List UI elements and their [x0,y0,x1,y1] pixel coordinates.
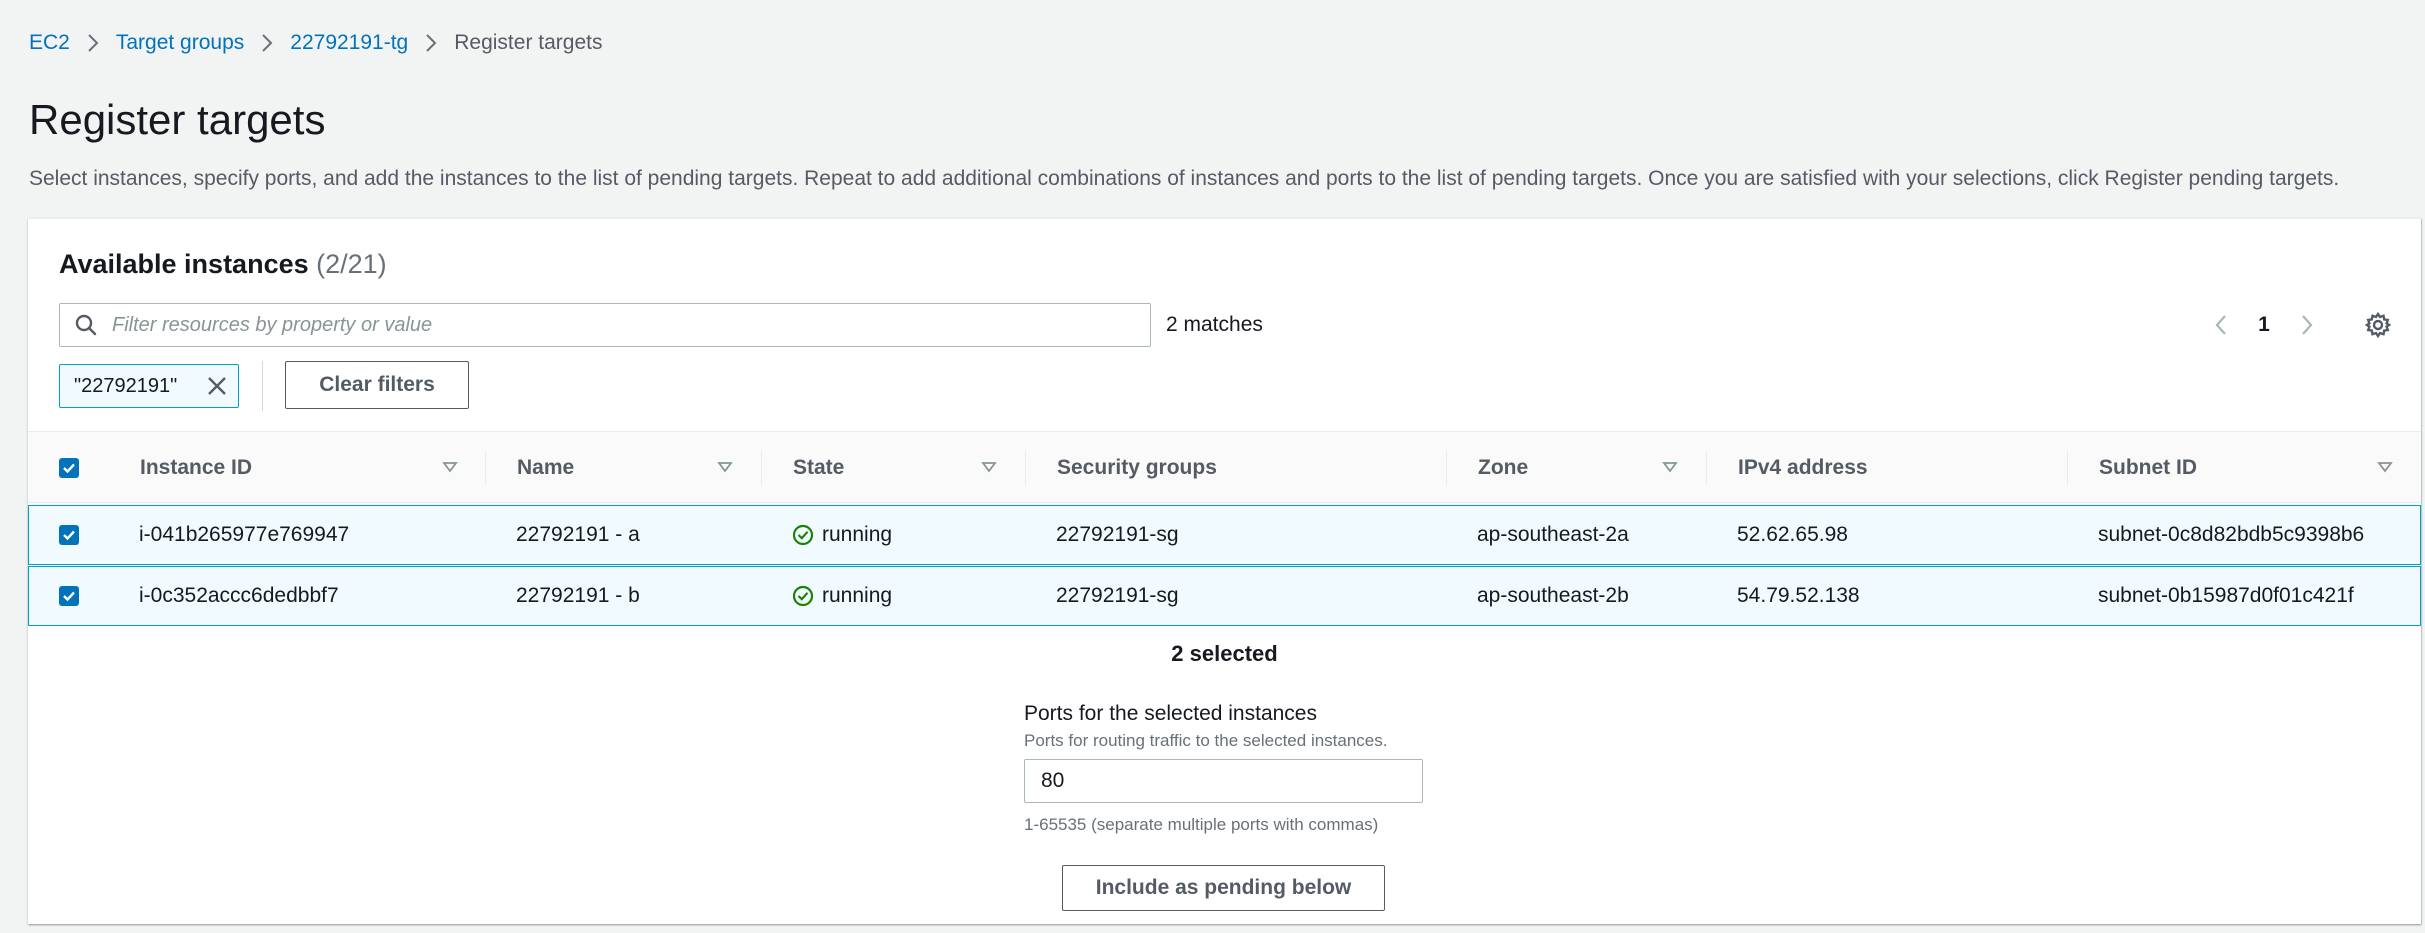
name-cell: 22792191 - b [516,584,640,607]
sort-icon[interactable] [717,459,733,475]
gear-icon [2365,312,2391,338]
panel-header: Available instances (2/21) [59,249,387,280]
column-divider [2067,450,2068,486]
state-label: running [822,584,893,607]
available-instances-panel: Available instances (2/21) 2 matches 1 "… [28,218,2421,924]
clear-filters-button[interactable]: Clear filters [285,361,469,409]
table-header: Instance ID Name State Security groups Z… [28,431,2421,503]
current-page[interactable]: 1 [2244,313,2284,337]
subnet-id-cell: subnet-0c8d82bdb5c9398b6 [2098,523,2365,546]
divider [262,361,263,411]
chevron-right-icon [2302,315,2313,335]
name-cell: 22792191 - a [516,523,640,546]
column-header-instance-id[interactable]: Instance ID [140,432,252,504]
close-icon[interactable] [206,375,228,397]
filter-input-wrapper [59,303,1151,347]
sort-icon[interactable] [1662,459,1678,475]
pagination: 1 [2198,307,2330,343]
select-all-checkbox[interactable] [59,458,79,478]
sort-icon[interactable] [981,459,997,475]
page-title: Register targets [29,96,326,143]
ipv4-cell: 52.62.65.98 [1737,523,1848,546]
row-select-cell [59,506,79,564]
row-checkbox[interactable] [59,586,79,606]
column-divider [1706,450,1707,486]
select-all-cell [59,432,79,504]
state-label: running [822,523,893,546]
previous-page-button[interactable] [2198,307,2244,343]
chevron-right-icon [244,33,290,53]
filter-input[interactable] [112,305,1150,345]
breadcrumb-ec2[interactable]: EC2 [29,31,70,55]
check-icon [63,463,75,474]
breadcrumb: EC2 Target groups 22792191-tg Register t… [29,28,602,58]
column-divider [1446,450,1447,486]
status-success-icon [792,585,814,607]
check-icon [63,530,75,541]
column-divider [1025,450,1026,486]
column-header-zone[interactable]: Zone [1478,432,1528,504]
column-header-name[interactable]: Name [517,432,574,504]
ports-input[interactable] [1024,759,1423,803]
row-checkbox[interactable] [59,525,79,545]
filter-token: "22792191" [59,364,239,408]
filter-token-label: "22792191" [74,374,178,397]
include-as-pending-button[interactable]: Include as pending below [1062,865,1385,911]
table-row[interactable]: i-041b265977e769947 22792191 - a running… [28,505,2421,565]
column-header-security-groups[interactable]: Security groups [1057,432,1217,504]
column-header-ipv4-address[interactable]: IPv4 address [1738,432,1868,504]
column-divider [761,450,762,486]
ports-label: Ports for the selected instances [1024,702,1317,725]
breadcrumb-target-groups[interactable]: Target groups [116,31,244,55]
state-cell: running [792,567,892,625]
sort-icon[interactable] [2377,459,2393,475]
search-icon [60,314,112,336]
column-header-state[interactable]: State [793,432,844,504]
column-divider [485,450,486,486]
chevron-left-icon [2215,315,2226,335]
page-description: Select instances, specify ports, and add… [29,167,2340,190]
zone-cell: ap-southeast-2a [1477,523,1629,546]
preferences-button[interactable] [2358,305,2398,345]
row-select-cell [59,567,79,625]
breadcrumb-current: Register targets [454,31,603,54]
selected-count: 2 selected [1171,641,1278,666]
check-icon [63,591,75,602]
matches-count: 2 matches [1166,313,1263,336]
chevron-right-icon [70,33,116,53]
ports-description: Ports for routing traffic to the selecte… [1024,731,1388,750]
ipv4-cell: 54.79.52.138 [1737,584,1860,607]
subnet-id-cell: subnet-0b15987d0f01c421f [2098,584,2354,607]
security-groups-cell: 22792191-sg [1056,523,1179,546]
state-cell: running [792,506,892,564]
next-page-button[interactable] [2284,307,2330,343]
security-groups-cell: 22792191-sg [1056,584,1179,607]
breadcrumb-target-group[interactable]: 22792191-tg [290,31,408,55]
status-success-icon [792,524,814,546]
panel-count: (2/21) [316,249,387,279]
instance-id-cell: i-0c352accc6dedbbf7 [139,584,339,607]
column-header-subnet-id[interactable]: Subnet ID [2099,432,2197,504]
table-row[interactable]: i-0c352accc6dedbbf7 22792191 - b running… [28,566,2421,626]
zone-cell: ap-southeast-2b [1477,584,1629,607]
ports-hint: 1-65535 (separate multiple ports with co… [1024,815,1379,834]
sort-icon[interactable] [442,459,458,475]
instance-id-cell: i-041b265977e769947 [139,523,350,546]
panel-title: Available instances [59,249,309,279]
chevron-right-icon [408,33,454,53]
